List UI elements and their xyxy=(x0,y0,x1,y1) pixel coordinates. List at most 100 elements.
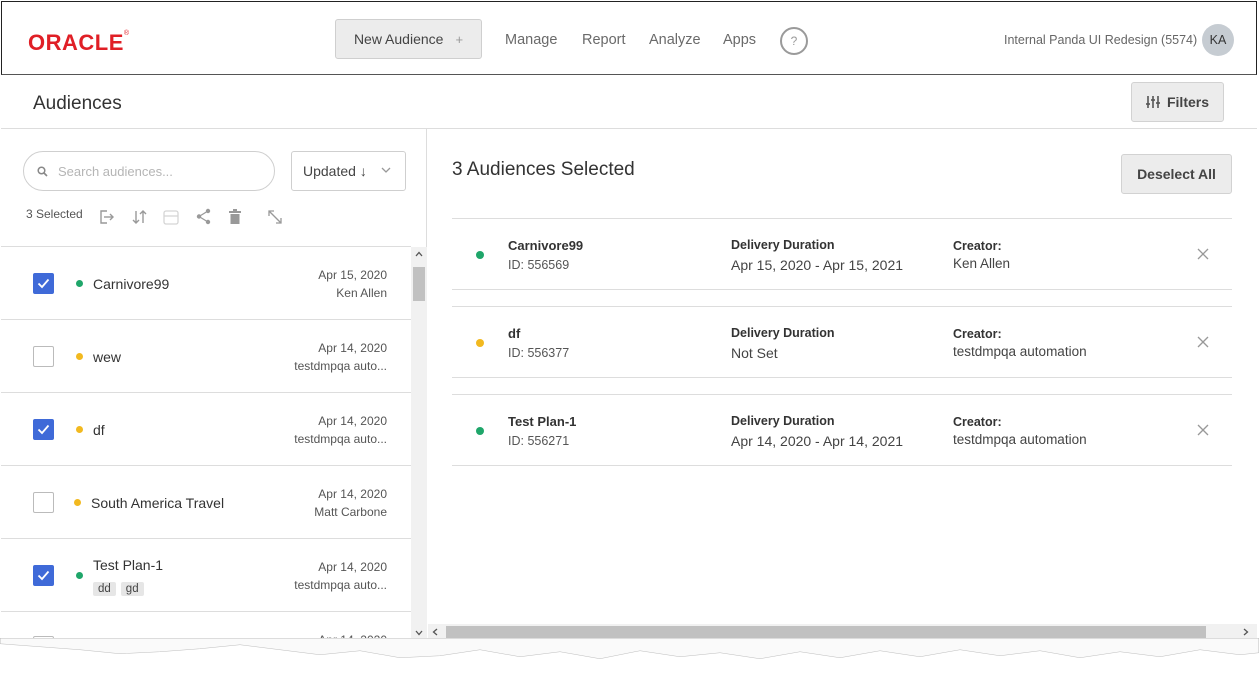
updated-date: Apr 14, 2020 xyxy=(318,414,387,428)
close-icon[interactable] xyxy=(1197,248,1209,260)
status-dot xyxy=(76,572,83,579)
creator-name: Matt Carbone xyxy=(314,505,387,519)
row-checkbox[interactable] xyxy=(33,273,54,294)
top-bar: ORACLE® New Audience + Manage Report Ana… xyxy=(1,1,1257,75)
filters-button[interactable]: Filters xyxy=(1131,82,1224,122)
updated-date: Apr 14, 2020 xyxy=(318,341,387,355)
tag[interactable]: dd xyxy=(93,582,116,596)
sort-dropdown[interactable]: Updated ↓ xyxy=(291,151,406,191)
oracle-logo[interactable]: ORACLE® xyxy=(28,30,130,56)
audience-name: Carnivore99 xyxy=(93,276,170,292)
row-checkbox[interactable] xyxy=(33,346,54,367)
check-icon xyxy=(37,424,50,435)
audience-id: ID: 556271 xyxy=(508,434,570,448)
check-icon xyxy=(37,278,50,289)
selected-count: 3 Selected xyxy=(26,207,83,221)
creator-label: Creator: xyxy=(953,327,1002,341)
new-audience-label: New Audience xyxy=(353,31,444,47)
selected-audience-card: df ID: 556377 Delivery Duration Not Set … xyxy=(452,306,1232,378)
audience-name: Carnivore99 xyxy=(508,238,584,253)
list-item[interactable]: wew Apr 14, 2020 testdmpqa auto... xyxy=(1,320,411,393)
check-icon xyxy=(37,570,50,581)
filters-label: Filters xyxy=(1166,94,1209,110)
creator-label: Creator: xyxy=(953,415,1002,429)
row-checkbox[interactable] xyxy=(33,492,54,513)
duration-label: Delivery Duration xyxy=(731,414,835,428)
duration-label: Delivery Duration xyxy=(731,238,835,252)
list-item[interactable]: Test Plan-1 dd gd Apr 14, 2020 testdmpqa … xyxy=(1,539,411,612)
duration-value: Apr 15, 2020 - Apr 15, 2021 xyxy=(731,257,904,273)
torn-edge-decoration xyxy=(0,638,1259,681)
avatar[interactable]: KA xyxy=(1202,24,1234,56)
page-title: Audiences xyxy=(33,93,122,114)
tag-list: dd gd xyxy=(93,579,149,597)
search-box[interactable] xyxy=(23,151,275,191)
audience-name: df xyxy=(93,422,105,438)
duration-value: Not Set xyxy=(731,345,778,361)
help-icon[interactable]: ? xyxy=(780,27,808,55)
creator-value: Ken Allen xyxy=(953,256,1011,271)
status-dot xyxy=(76,280,83,287)
nav-manage[interactable]: Manage xyxy=(505,32,557,48)
creator-value: testdmpqa automation xyxy=(953,344,1087,359)
close-icon[interactable] xyxy=(1197,336,1209,348)
trash-icon[interactable] xyxy=(228,209,242,225)
audience-list-panel: Updated ↓ 3 Selected xyxy=(1,129,427,641)
card-icon xyxy=(163,210,179,225)
scroll-right-icon[interactable] xyxy=(1243,628,1249,636)
sliders-icon xyxy=(1145,96,1160,108)
scroll-up-icon[interactable] xyxy=(415,251,423,257)
list-item[interactable]: Apr 14, 2020 xyxy=(1,612,411,641)
new-audience-button[interactable]: New Audience + xyxy=(335,19,482,59)
audience-name: Test Plan-1 xyxy=(93,557,164,573)
audience-id: ID: 556569 xyxy=(508,258,570,272)
bulk-toolbar: 3 Selected xyxy=(26,207,83,221)
scroll-down-icon[interactable] xyxy=(415,630,423,636)
status-dot xyxy=(76,353,83,360)
selected-audience-card: Test Plan-1 ID: 556271 Delivery Duration… xyxy=(452,394,1232,466)
status-dot xyxy=(76,426,83,433)
audience-name: wew xyxy=(93,349,122,365)
row-checkbox[interactable] xyxy=(33,565,54,586)
close-icon[interactable] xyxy=(1197,424,1209,436)
duration-value: Apr 14, 2020 - Apr 14, 2021 xyxy=(731,433,904,449)
status-dot xyxy=(74,499,81,506)
share-icon[interactable] xyxy=(195,208,212,225)
list-item[interactable]: South America Travel Apr 14, 2020 Matt C… xyxy=(1,466,411,539)
creator-label: Creator: xyxy=(953,239,1002,253)
creator-value: testdmpqa automation xyxy=(953,432,1087,447)
scroll-thumb[interactable] xyxy=(446,626,1206,638)
audience-name: df xyxy=(508,326,521,341)
audience-list: Carnivore99 Apr 15, 2020 Ken Allen wew A… xyxy=(1,247,411,641)
tag[interactable]: gd xyxy=(120,582,144,596)
updated-date: Apr 15, 2020 xyxy=(318,268,387,282)
updated-date: Apr 14, 2020 xyxy=(318,560,387,574)
nav-apps[interactable]: Apps xyxy=(723,32,756,48)
expand-icon[interactable] xyxy=(267,209,283,225)
scroll-left-icon[interactable] xyxy=(432,628,438,636)
creator-name: testdmpqa auto... xyxy=(294,432,387,446)
duration-label: Delivery Duration xyxy=(731,326,835,340)
status-dot xyxy=(476,427,484,435)
search-icon xyxy=(37,165,48,177)
sync-icon[interactable] xyxy=(131,208,148,226)
row-checkbox[interactable] xyxy=(33,419,54,440)
search-input[interactable] xyxy=(58,163,248,179)
list-item[interactable]: df Apr 14, 2020 testdmpqa auto... xyxy=(1,393,411,466)
chevron-down-icon xyxy=(381,167,391,173)
scroll-thumb[interactable] xyxy=(413,267,425,301)
vertical-scrollbar[interactable] xyxy=(411,247,427,641)
nav-analyze[interactable]: Analyze xyxy=(649,32,701,48)
updated-date: Apr 14, 2020 xyxy=(318,487,387,501)
audience-name: Test Plan-1 xyxy=(508,414,577,429)
org-name[interactable]: Internal Panda UI Redesign (5574) xyxy=(1004,33,1197,47)
status-dot xyxy=(476,339,484,347)
nav-report[interactable]: Report xyxy=(582,32,626,48)
status-dot xyxy=(476,251,484,259)
selected-audience-card: Carnivore99 ID: 556569 Delivery Duration… xyxy=(452,218,1232,290)
audience-id: ID: 556377 xyxy=(508,346,570,360)
list-item[interactable]: Carnivore99 Apr 15, 2020 Ken Allen xyxy=(1,247,411,320)
sort-label: Updated ↓ xyxy=(303,163,367,179)
deselect-all-button[interactable]: Deselect All xyxy=(1121,154,1232,194)
export-icon[interactable] xyxy=(98,209,115,225)
